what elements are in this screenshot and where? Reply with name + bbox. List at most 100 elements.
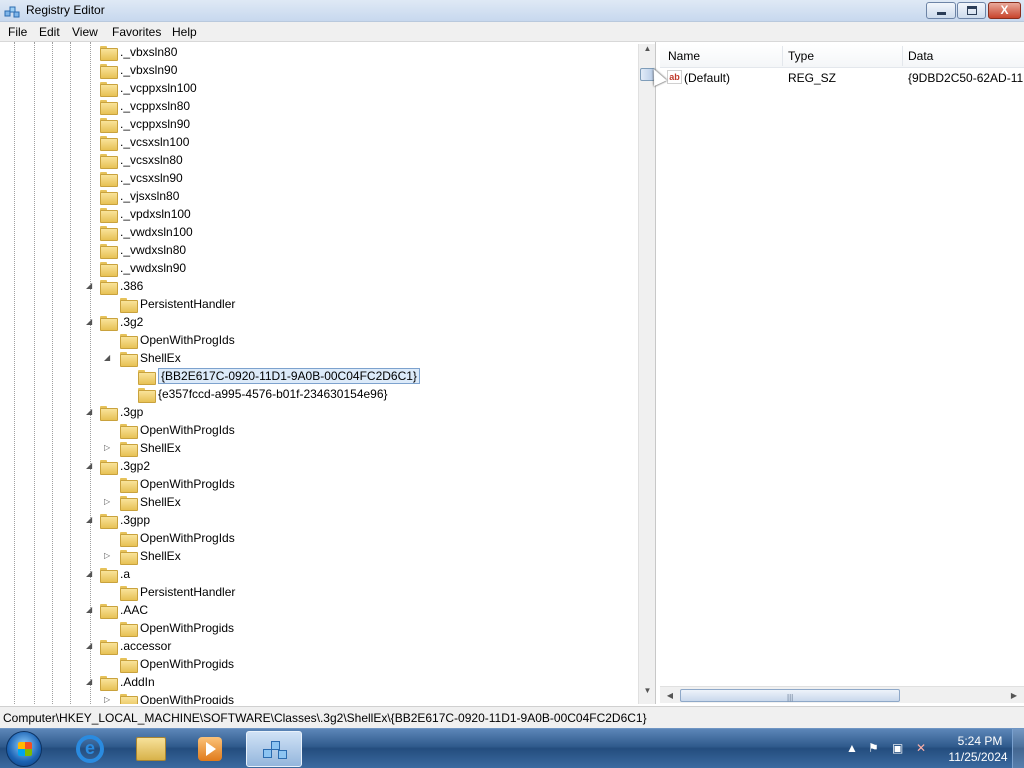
tree-node[interactable]: ._vcsxsln100 [0,134,630,152]
tree-node[interactable]: ._vwdxsln80 [0,242,630,260]
tree-node[interactable]: ._vpdxsln100 [0,206,630,224]
close-button[interactable]: X [988,2,1021,19]
expand-arrow-icon[interactable]: ▷ [104,551,114,561]
menu-favorites[interactable]: Favorites [112,25,161,39]
menu-file[interactable]: File [8,25,27,39]
show-hidden-icons-icon[interactable]: ▲ [846,741,858,755]
column-data-header[interactable]: Data [908,49,933,63]
tree-node[interactable]: ._vwdxsln90 [0,260,630,278]
show-desktop-button[interactable] [1012,729,1024,768]
tree-node[interactable]: ._vcsxsln80 [0,152,630,170]
tree-node[interactable]: ._vcppxsln100 [0,80,630,98]
tree-node-label: ._vcppxsln80 [120,99,191,113]
expand-arrow-icon[interactable]: ▷ [104,497,114,507]
clock-date[interactable]: 11/25/2024 [942,750,1014,764]
volume-muted-icon[interactable]: ✕ [916,741,926,755]
tree-node[interactable]: ◢ .3gp2 [0,458,630,476]
tree-node[interactable]: ▷ ShellEx [0,440,630,458]
taskbar-internet-explorer[interactable]: e [62,731,118,767]
taskbar: e ▲ ⚑ ▣ ✕ 5:24 PM 11/25/2024 [0,728,1024,768]
tree-node[interactable]: ◢ .a [0,566,630,584]
taskbar-windows-explorer[interactable] [122,731,178,767]
tree-node[interactable]: OpenWithProgIds [0,422,630,440]
tree-node[interactable]: ▷ ShellEx [0,548,630,566]
menu-help[interactable]: Help [172,25,197,39]
tree-node[interactable]: OpenWithProgIds [0,332,630,350]
tree-node[interactable]: ◢ .386 [0,278,630,296]
tree-node[interactable]: ._vbxsln90 [0,62,630,80]
tree-node[interactable]: ._vcppxsln80 [0,98,630,116]
clock-time[interactable]: 5:24 PM [950,734,1010,748]
collapse-arrow-icon[interactable]: ◢ [86,605,96,615]
tree-node[interactable]: PersistentHandler [0,296,630,314]
horizontal-scroll-thumb[interactable]: ||| [680,689,900,702]
column-name-header[interactable]: Name [668,49,700,63]
tree-node[interactable]: ._vjsxsln80 [0,188,630,206]
folder-icon [100,460,118,475]
expand-arrow-icon[interactable]: ▷ [104,695,114,704]
tree-node-label: ._vpdxsln100 [120,207,191,221]
tree-node[interactable]: ◢ .3gpp [0,512,630,530]
registry-tree[interactable]: ._vbxsln80 ._vbxsln90 ._vcppxsln100 ._vcppx… [0,42,656,704]
taskbar-media-player[interactable] [182,731,238,767]
minimize-icon [937,12,946,15]
collapse-arrow-icon[interactable]: ◢ [86,641,96,651]
network-icon[interactable]: ▣ [892,741,903,755]
list-item[interactable]: ab (Default) REG_SZ {9DBD2C50-62AD-11D [660,68,1024,88]
tree-node[interactable]: ._vbxsln80 [0,44,630,62]
menu-view[interactable]: View [72,25,98,39]
menu-edit[interactable]: Edit [39,25,60,39]
tree-node[interactable]: OpenWithProgIds [0,530,630,548]
list-horizontal-scrollbar[interactable]: ◀ ||| ▶ [660,686,1024,703]
collapse-arrow-icon[interactable]: ◢ [86,281,96,291]
tree-node[interactable]: ◢ .accessor [0,638,630,656]
tree-node[interactable]: ._vcppxsln90 [0,116,630,134]
column-separator[interactable] [902,46,903,66]
registry-path: Computer\HKEY_LOCAL_MACHINE\SOFTWARE\Cla… [3,711,647,725]
scroll-down-arrow-icon[interactable]: ▼ [640,686,655,702]
collapse-arrow-icon[interactable]: ◢ [86,317,96,327]
tree-node[interactable]: ._vcsxsln90 [0,170,630,188]
collapse-arrow-icon[interactable]: ◢ [86,461,96,471]
maximize-button[interactable] [957,2,986,19]
collapse-arrow-icon[interactable]: ◢ [86,677,96,687]
action-center-flag-icon[interactable]: ⚑ [868,741,879,755]
folder-icon [120,334,138,349]
tree-node[interactable]: ◢ .AddIn [0,674,630,692]
tree-node[interactable]: ◢ ShellEx [0,350,630,368]
scroll-right-arrow-icon[interactable]: ▶ [1006,688,1022,703]
values-list[interactable]: Name Type Data ab (Default) REG_SZ {9DBD… [660,42,1024,704]
start-button[interactable] [6,731,42,767]
folder-icon [100,262,118,277]
tree-node[interactable]: OpenWithProgids [0,656,630,674]
tree-node-label: .3gp [120,405,144,419]
tree-node[interactable]: ▷ OpenWithProgids [0,692,630,704]
tree-node[interactable]: {e357fccd-a995-4576-b01f-234630154e96} [0,386,630,404]
scroll-up-arrow-icon[interactable]: ▲ [640,44,655,60]
minimize-button[interactable] [926,2,956,19]
tree-vertical-scrollbar[interactable]: ▲ ▼ [638,44,655,704]
tree-node[interactable]: ◢ .3g2 [0,314,630,332]
tree-node[interactable]: OpenWithProgids [0,620,630,638]
tree-node[interactable]: {BB2E617C-0920-11D1-9A0B-00C04FC2D6C1} [0,368,630,386]
collapse-arrow-icon[interactable]: ◢ [104,353,114,363]
tree-node[interactable]: ._vwdxsln100 [0,224,630,242]
tree-node[interactable]: ▷ ShellEx [0,494,630,512]
tree-node-label: ._vcppxsln100 [120,81,197,95]
collapse-arrow-icon[interactable]: ◢ [86,569,96,579]
taskbar-registry-editor[interactable] [246,731,302,767]
window-title: Registry Editor [26,3,105,17]
tree-node[interactable]: ◢ .3gp [0,404,630,422]
value-type: REG_SZ [788,71,837,85]
tree-node[interactable]: OpenWithProgIds [0,476,630,494]
collapse-arrow-icon[interactable]: ◢ [86,407,96,417]
tree-node[interactable]: PersistentHandler [0,584,630,602]
scroll-left-arrow-icon[interactable]: ◀ [662,688,678,703]
system-tray: ▲ ⚑ ▣ ✕ 5:24 PM 11/25/2024 [840,729,1024,768]
collapse-arrow-icon[interactable]: ◢ [86,515,96,525]
expand-arrow-icon[interactable]: ▷ [104,443,114,453]
column-separator[interactable] [782,46,783,66]
tree-node[interactable]: ◢ .AAC [0,602,630,620]
column-type-header[interactable]: Type [788,49,814,63]
tree-node-label: {e357fccd-a995-4576-b01f-234630154e96} [158,387,388,401]
